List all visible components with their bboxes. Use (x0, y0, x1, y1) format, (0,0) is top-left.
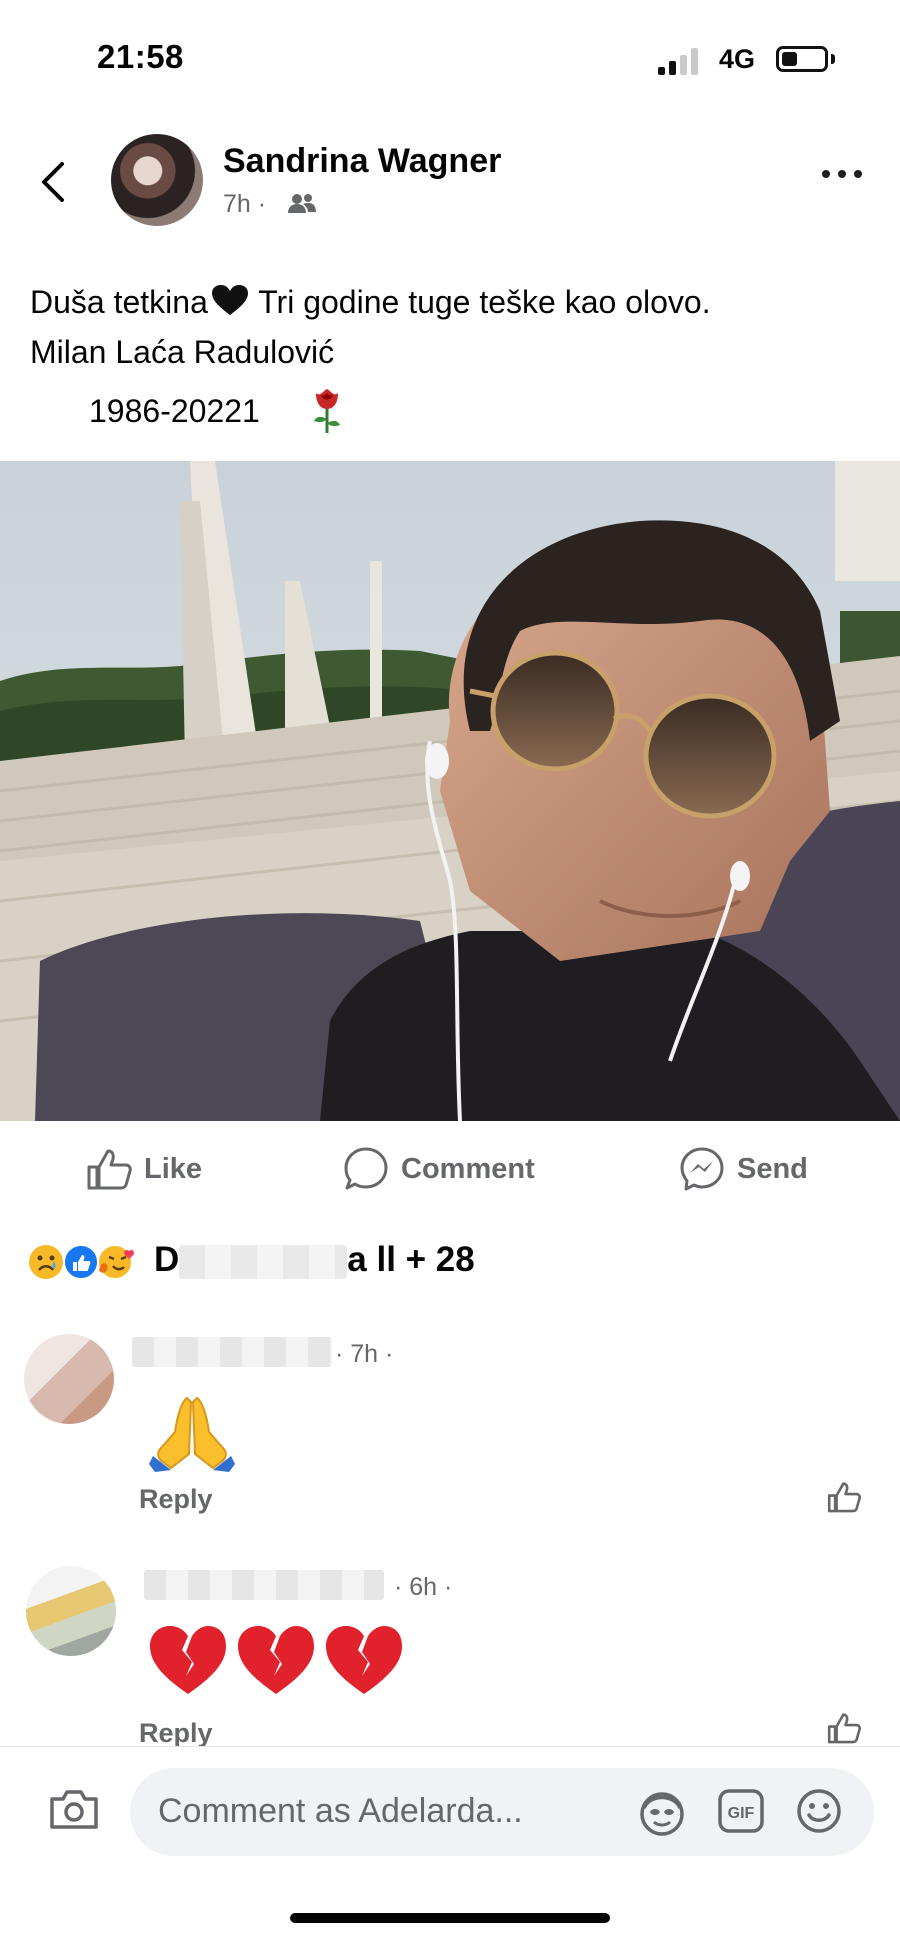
author-avatar[interactable] (111, 134, 203, 226)
messenger-send-icon (680, 1147, 724, 1191)
post-text-line-2: Milan Laća Radulović (30, 334, 335, 370)
camera-icon[interactable] (48, 1787, 100, 1831)
post-text-line-1: Duša tetkina Tri godine tuge teške kao o… (30, 283, 711, 321)
audience-friends-icon (288, 194, 316, 213)
status-time: 21:58 (97, 38, 184, 75)
battery-tip (831, 54, 835, 64)
gif-icon[interactable]: GIF (717, 1788, 765, 1834)
comment-time: · 6h · (394, 1573, 453, 1601)
commenter-name-pixelated[interactable] (132, 1337, 332, 1367)
comment-icon (344, 1147, 388, 1190)
pixelated-name (179, 1244, 348, 1279)
author-name[interactable]: Sandrina Wagner (223, 142, 501, 181)
post-photo[interactable] (0, 461, 900, 1121)
back-icon[interactable] (38, 160, 70, 204)
comment-button[interactable]: Comment (343, 1146, 535, 1192)
post-text-line-3: 1986-20221 (89, 393, 260, 429)
home-indicator[interactable] (290, 1913, 610, 1923)
reactors-end: a ll + 28 (347, 1240, 475, 1279)
broken-hearts-emoji (150, 1626, 402, 1694)
rose-emoji (314, 389, 340, 433)
like-button[interactable]: Like (86, 1146, 202, 1192)
reactors-start: D (154, 1240, 180, 1279)
commenter-avatar[interactable] (24, 1334, 114, 1424)
comment-label: Comment (401, 1152, 535, 1185)
more-icon[interactable] (820, 170, 864, 182)
network-type: 4G (719, 44, 756, 74)
commenter-name-pixelated[interactable] (144, 1570, 384, 1600)
avatar-sticker-icon[interactable] (636, 1788, 688, 1836)
commenter-avatar[interactable] (26, 1566, 116, 1656)
reaction-summary[interactable]: Da ll + 28 (154, 1240, 475, 1280)
comment-like-icon[interactable] (827, 1480, 861, 1514)
battery-icon (776, 46, 828, 72)
comment-time: · 7h · (335, 1340, 394, 1368)
send-label: Send (737, 1152, 808, 1185)
comment-input-placeholder[interactable]: Comment as Adelarda... (158, 1792, 523, 1831)
reply-button[interactable]: Reply (139, 1484, 213, 1515)
reply-button[interactable]: Reply (139, 1718, 213, 1749)
svg-text:GIF: GIF (728, 1805, 755, 1822)
emoji-icon[interactable] (795, 1787, 843, 1835)
post-time[interactable]: 7h (223, 190, 251, 218)
like-icon (87, 1149, 132, 1190)
black-heart-emoji (211, 285, 248, 315)
folded-hands-emoji (149, 1396, 235, 1472)
post-text-part: Tri godine tuge teške kao olovo. (249, 284, 711, 320)
comment-like-icon[interactable] (827, 1711, 861, 1745)
post-text-part: Duša tetkina (30, 284, 208, 320)
reaction-icons[interactable] (27, 1243, 157, 1281)
post-meta: 7h · (223, 190, 267, 218)
like-label: Like (144, 1152, 203, 1185)
send-button[interactable]: Send (679, 1146, 808, 1192)
signal-strength-icon (658, 47, 706, 75)
